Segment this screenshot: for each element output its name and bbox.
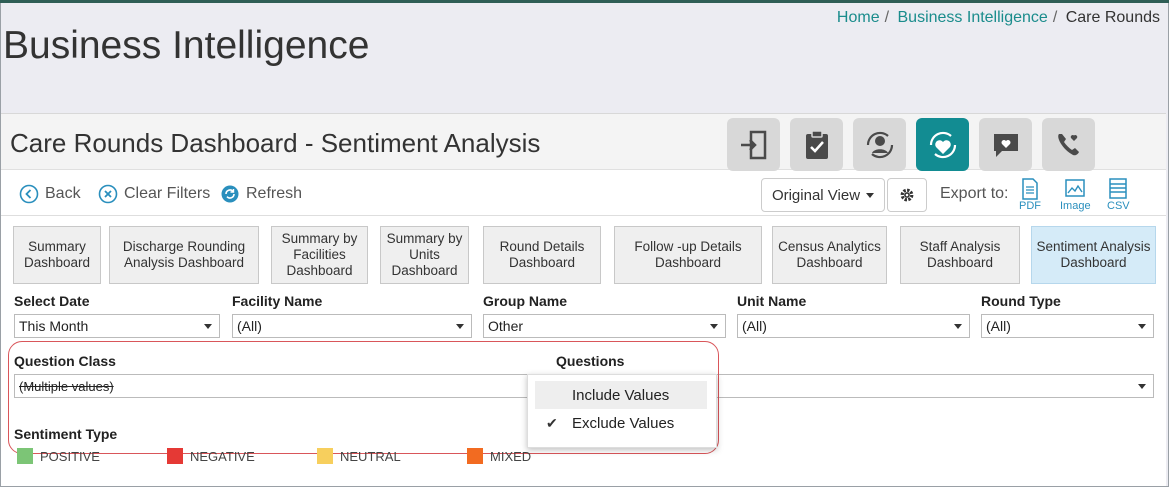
legend-item-negative[interactable]: NEGATIVE xyxy=(167,448,255,464)
export-image-button[interactable]: Image xyxy=(1060,178,1091,212)
legend-item-neutral[interactable]: NEUTRAL xyxy=(317,448,401,464)
breadcrumb: Home / Business Intelligence / Care Rounds xyxy=(836,9,1160,26)
sentiment-type-label: Sentiment Type xyxy=(14,426,118,442)
toolbar-divider xyxy=(1,215,1166,216)
tab-follow-up-details[interactable]: Follow -up Details Dashboard xyxy=(614,226,762,284)
chat-heart-icon[interactable] xyxy=(979,118,1032,171)
clear-filters-button[interactable]: Clear Filters xyxy=(98,184,210,204)
tab-sentiment-analysis[interactable]: Sentiment Analysis Dashboard xyxy=(1031,226,1156,284)
caret-down-icon xyxy=(866,192,875,198)
refresh-icon xyxy=(221,185,239,203)
tab-round-details[interactable]: Round Details Dashboard xyxy=(483,226,601,284)
legend-item-mixed[interactable]: MIXED xyxy=(467,448,531,464)
top-accent-bar xyxy=(0,0,1169,3)
pdf-icon xyxy=(1022,178,1038,200)
select-date-label: Select Date xyxy=(14,293,90,309)
back-button[interactable]: Back xyxy=(19,184,81,204)
page-title: Business Intelligence xyxy=(3,24,370,67)
tab-census-analytics[interactable]: Census Analytics Dashboard xyxy=(772,226,887,284)
caret-down-icon xyxy=(456,324,464,329)
back-icon xyxy=(19,184,39,204)
neutral-swatch xyxy=(317,448,333,464)
tab-summary-dashboard[interactable]: Summary Dashboard xyxy=(13,226,101,284)
round-type-dropdown[interactable]: (All) xyxy=(981,314,1154,338)
user-rotate-icon[interactable] xyxy=(853,118,906,171)
clipboard-check-icon[interactable] xyxy=(790,118,843,171)
tab-staff-analysis[interactable]: Staff Analysis Dashboard xyxy=(900,226,1020,284)
view-dropdown[interactable]: Original View xyxy=(761,178,885,212)
menu-item-exclude-values[interactable]: ✔ Exclude Values xyxy=(535,409,707,437)
facility-name-dropdown[interactable]: (All) xyxy=(232,314,472,338)
group-name-dropdown[interactable]: Other xyxy=(483,314,726,338)
select-date-dropdown[interactable]: This Month xyxy=(14,314,220,338)
export-csv-button[interactable]: CSV xyxy=(1107,178,1130,212)
round-type-label: Round Type xyxy=(981,293,1061,309)
menu-item-include-values[interactable]: Include Values xyxy=(535,381,707,409)
negative-swatch xyxy=(167,448,183,464)
clear-icon xyxy=(98,184,118,204)
facility-name-label: Facility Name xyxy=(232,293,323,309)
dashboard-header: Care Rounds Dashboard - Sentiment Analys… xyxy=(1,114,1166,171)
caret-down-icon xyxy=(204,324,212,329)
export-pdf-button[interactable]: PDF xyxy=(1019,178,1041,212)
heart-refresh-icon[interactable] xyxy=(916,118,969,171)
caret-down-icon xyxy=(1138,324,1146,329)
export-label: Export to: xyxy=(940,185,1009,202)
breadcrumb-bi-link[interactable]: Business Intelligence xyxy=(898,9,1048,26)
checkmark-icon: ✔ xyxy=(546,414,558,431)
refresh-button[interactable]: Refresh xyxy=(220,184,302,204)
tab-summary-by-facilities[interactable]: Summary by Facilities Dashboard xyxy=(271,226,368,284)
legend-item-positive[interactable]: POSITIVE xyxy=(17,448,100,464)
exit-door-icon[interactable] xyxy=(727,118,780,171)
breadcrumb-home-link[interactable]: Home xyxy=(837,9,880,26)
questions-menu: Include Values ✔ Exclude Values xyxy=(527,374,717,448)
gear-icon xyxy=(900,188,914,202)
dashboard-title: Care Rounds Dashboard - Sentiment Analys… xyxy=(10,128,541,158)
unit-name-label: Unit Name xyxy=(737,293,807,309)
unit-name-dropdown[interactable]: (All) xyxy=(737,314,970,338)
caret-down-icon xyxy=(954,324,962,329)
phone-heart-icon[interactable] xyxy=(1042,118,1095,171)
positive-swatch xyxy=(17,448,33,464)
mixed-swatch xyxy=(467,448,483,464)
toolbar: Back Clear Filters Refresh Original View… xyxy=(1,172,1166,214)
group-name-label: Group Name xyxy=(483,293,568,309)
csv-icon xyxy=(1109,178,1128,199)
caret-down-icon xyxy=(1138,384,1146,389)
caret-down-icon xyxy=(710,324,718,329)
image-icon xyxy=(1065,179,1086,197)
tab-summary-by-units[interactable]: Summary by Units Dashboard xyxy=(380,226,469,284)
settings-button[interactable] xyxy=(887,178,927,212)
tab-discharge-rounding[interactable]: Discharge Rounding Analysis Dashboard xyxy=(109,226,259,284)
breadcrumb-current: Care Rounds xyxy=(1065,9,1160,26)
